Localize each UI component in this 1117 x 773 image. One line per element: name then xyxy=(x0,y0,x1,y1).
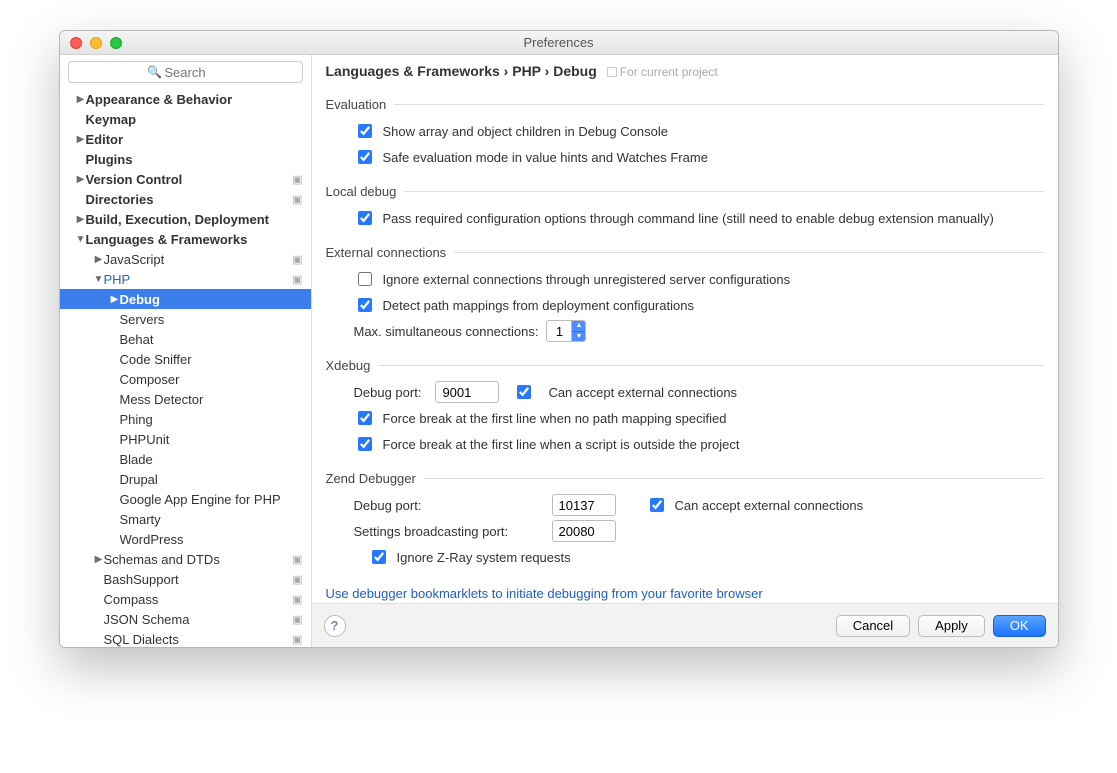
tree-compass[interactable]: Compass▣ xyxy=(60,589,311,609)
tree-phpunit[interactable]: PHPUnit xyxy=(60,429,311,449)
chk-xdebug-accept[interactable] xyxy=(517,385,531,399)
maxconn-input[interactable] xyxy=(547,323,571,340)
tree-gae[interactable]: Google App Engine for PHP xyxy=(60,489,311,509)
tree-json[interactable]: JSON Schema▣ xyxy=(60,609,311,629)
tree-phing[interactable]: Phing xyxy=(60,409,311,429)
tree-appearance[interactable]: ▶Appearance & Behavior xyxy=(60,89,311,109)
chk-fbreak-nopath[interactable] xyxy=(358,411,372,425)
tree-sql[interactable]: SQL Dialects▣ xyxy=(60,629,311,647)
close-icon[interactable] xyxy=(70,37,82,49)
help-button[interactable]: ? xyxy=(324,615,346,637)
maxconn-label: Max. simultaneous connections: xyxy=(354,324,539,339)
tree-keymap[interactable]: Keymap xyxy=(60,109,311,129)
tree-mess[interactable]: Mess Detector xyxy=(60,389,311,409)
project-scope-icon: ▣ xyxy=(292,553,302,566)
tree-plugins[interactable]: Plugins xyxy=(60,149,311,169)
tree-directories[interactable]: Directories▣ xyxy=(60,189,311,209)
spinner-down-icon[interactable]: ▼ xyxy=(572,332,585,342)
section-zend: Zend Debugger xyxy=(326,471,1044,486)
titlebar: Preferences xyxy=(60,31,1058,55)
tree-bash[interactable]: BashSupport▣ xyxy=(60,569,311,589)
section-evaluation: Evaluation xyxy=(326,97,1044,112)
chk-ignore-external-label: Ignore external connections through unre… xyxy=(383,272,791,287)
chk-zend-accept-label: Can accept external connections xyxy=(675,498,864,513)
zend-port-input[interactable] xyxy=(552,494,616,516)
zoom-icon[interactable] xyxy=(110,37,122,49)
project-scope-icon: ▣ xyxy=(292,253,302,266)
section-xdebug: Xdebug xyxy=(326,358,1044,373)
chk-detect-mappings-label: Detect path mappings from deployment con… xyxy=(383,298,694,313)
breadcrumb-item: Languages & Frameworks xyxy=(326,63,500,79)
bookmarklets-link[interactable]: Use debugger bookmarklets to initiate de… xyxy=(326,586,1044,601)
tree-drupal[interactable]: Drupal xyxy=(60,469,311,489)
xdebug-port-input[interactable] xyxy=(435,381,499,403)
search-field[interactable]: 🔍 xyxy=(68,61,303,83)
preferences-window: Preferences 🔍 ▶Appearance & Behavior Key… xyxy=(59,30,1059,648)
scope-label: For current project xyxy=(620,65,718,79)
apply-button[interactable]: Apply xyxy=(918,615,985,637)
chk-show-children-label: Show array and object children in Debug … xyxy=(383,124,668,139)
tree-editor[interactable]: ▶Editor xyxy=(60,129,311,149)
chk-zray[interactable] xyxy=(372,550,386,564)
tree-js[interactable]: ▶JavaScript▣ xyxy=(60,249,311,269)
tree-composer[interactable]: Composer xyxy=(60,369,311,389)
tree-codesniffer[interactable]: Code Sniffer xyxy=(60,349,311,369)
chk-fbreak-nopath-label: Force break at the first line when no pa… xyxy=(383,411,727,426)
section-local-debug: Local debug xyxy=(326,184,1044,199)
section-external: External connections xyxy=(326,245,1044,260)
project-scope-icon: ▣ xyxy=(292,193,302,206)
breadcrumb-item: Debug xyxy=(553,63,597,79)
tree-behat[interactable]: Behat xyxy=(60,329,311,349)
spinner-up-icon[interactable]: ▲ xyxy=(572,321,585,332)
project-scope-icon: ▣ xyxy=(292,273,302,286)
tree-php[interactable]: ▼PHP▣ xyxy=(60,269,311,289)
chk-show-children[interactable] xyxy=(358,124,372,138)
tree-vcs[interactable]: ▶Version Control▣ xyxy=(60,169,311,189)
chk-safe-eval-label: Safe evaluation mode in value hints and … xyxy=(383,150,708,165)
ok-button[interactable]: OK xyxy=(993,615,1046,637)
dialog-footer: ? Cancel Apply OK xyxy=(312,603,1058,647)
zend-port-label: Debug port: xyxy=(354,498,544,513)
chk-zray-label: Ignore Z-Ray system requests xyxy=(397,550,571,565)
breadcrumb: Languages & Frameworks › PHP › Debug For… xyxy=(312,55,1058,85)
breadcrumb-item: PHP xyxy=(512,63,541,79)
tree-smarty[interactable]: Smarty xyxy=(60,509,311,529)
chk-ignore-external[interactable] xyxy=(358,272,372,286)
chk-zend-accept[interactable] xyxy=(650,498,664,512)
project-scope-icon: ▣ xyxy=(292,613,302,626)
chk-safe-eval[interactable] xyxy=(358,150,372,164)
chk-pass-config[interactable] xyxy=(358,211,372,225)
window-controls xyxy=(70,37,122,49)
settings-content: Evaluation Show array and object childre… xyxy=(312,85,1058,603)
zend-broadcast-label: Settings broadcasting port: xyxy=(354,524,544,539)
maxconn-spinner[interactable]: ▲▼ xyxy=(546,320,586,342)
project-scope-icon xyxy=(607,67,617,77)
settings-tree[interactable]: ▶Appearance & Behavior Keymap ▶Editor Pl… xyxy=(60,89,311,647)
tree-debug[interactable]: ▶Debug xyxy=(60,289,311,309)
tree-languages[interactable]: ▼Languages & Frameworks xyxy=(60,229,311,249)
chk-detect-mappings[interactable] xyxy=(358,298,372,312)
chk-xdebug-accept-label: Can accept external connections xyxy=(548,385,737,400)
chk-fbreak-outside[interactable] xyxy=(358,437,372,451)
tree-schemas[interactable]: ▶Schemas and DTDs▣ xyxy=(60,549,311,569)
project-scope-icon: ▣ xyxy=(292,633,302,646)
tree-build[interactable]: ▶Build, Execution, Deployment xyxy=(60,209,311,229)
chk-pass-config-label: Pass required configuration options thro… xyxy=(383,211,994,226)
sidebar: 🔍 ▶Appearance & Behavior Keymap ▶Editor … xyxy=(60,55,312,647)
cancel-button[interactable]: Cancel xyxy=(836,615,910,637)
tree-wordpress[interactable]: WordPress xyxy=(60,529,311,549)
project-scope-icon: ▣ xyxy=(292,173,302,186)
project-scope-icon: ▣ xyxy=(292,593,302,606)
project-scope-icon: ▣ xyxy=(292,573,302,586)
window-title: Preferences xyxy=(523,35,593,50)
xdebug-port-label: Debug port: xyxy=(354,385,422,400)
zend-broadcast-input[interactable] xyxy=(552,520,616,542)
tree-blade[interactable]: Blade xyxy=(60,449,311,469)
minimize-icon[interactable] xyxy=(90,37,102,49)
search-input[interactable] xyxy=(69,62,302,82)
chk-fbreak-outside-label: Force break at the first line when a scr… xyxy=(383,437,740,452)
tree-servers[interactable]: Servers xyxy=(60,309,311,329)
